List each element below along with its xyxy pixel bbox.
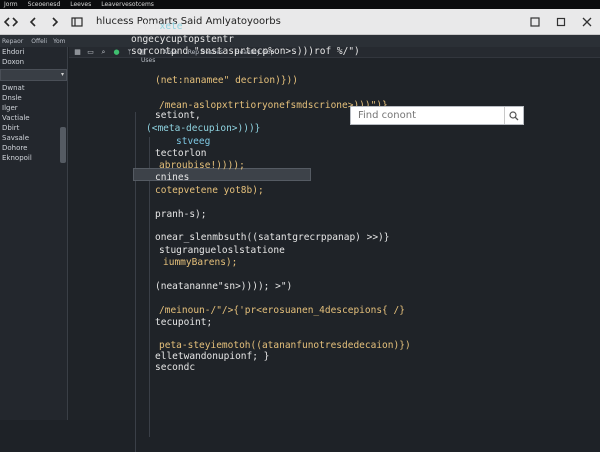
code-line: onear_slenmbsuth((satantgrecrppanap) >>)… [155, 232, 390, 243]
code-line: pranh-s); [155, 209, 207, 220]
menu-item[interactable]: Leeves [70, 1, 91, 8]
code-line: iummyBarens); [163, 257, 238, 268]
search-button[interactable] [504, 107, 523, 124]
code-line: abroubise!)))); [159, 160, 245, 171]
code-line: setiont, [155, 110, 201, 121]
sidebar-item[interactable]: Dnsle [0, 93, 67, 103]
code-line: stugrangueloslstatione [159, 245, 285, 256]
menu-item[interactable]: Leavervesotcems [101, 1, 154, 8]
code-editor[interactable]: ▦ ▭ ⌕ ● ᛘ ▤ Anso Rep Deshes Heaetey Gop … [69, 21, 600, 452]
sidebar-scrollbar[interactable] [60, 127, 66, 163]
code-line: cotepvetene yot8b); [155, 185, 264, 196]
code-line: peta-steyiemotoh((atananfunotresdedecaio… [159, 340, 411, 351]
code-line: secondc [155, 362, 196, 373]
code-line: tectorlon [155, 148, 207, 159]
window-titlebar: hlucess Pomarts Said Amlyatoyoorbs [0, 9, 600, 35]
folder-icon[interactable]: ▭ [86, 48, 95, 56]
close-button[interactable] [574, 11, 600, 33]
sidebar-item[interactable]: Dohore [0, 143, 67, 153]
sidebar-item[interactable]: Doxon [0, 57, 67, 67]
window-title: hlucess Pomarts Said Amlyatoyoorbs [96, 16, 281, 27]
code-line: /meinoun-/"/>{'pr<erosuanen_4descepions{… [159, 305, 405, 316]
code-line: :d{lpxete [131, 21, 183, 32]
code-line: elletwandonupionf; } [155, 351, 270, 362]
sidebar-item[interactable]: Dwnat [0, 83, 67, 93]
code-icon[interactable] [0, 11, 22, 33]
code-line: (<meta-decupion>)))} [146, 123, 261, 134]
sidebar-item[interactable]: Dbirt [0, 123, 67, 133]
code-line: (net:nanamee" decrion)})) [155, 75, 298, 86]
search-icon [509, 110, 519, 120]
code-line: ongecycuptopstentr [131, 34, 234, 45]
sidebar-item[interactable]: Eknopoil [0, 153, 67, 163]
sidebar-item[interactable]: Savsale [0, 133, 67, 143]
code-line: tecupoint; [155, 317, 213, 328]
maximize-button[interactable] [548, 11, 574, 33]
toolbar-item[interactable]: Yom [53, 38, 65, 45]
back-icon[interactable] [22, 11, 44, 33]
search-icon[interactable]: ⌕ [99, 48, 108, 56]
run-icon[interactable]: ● [112, 48, 121, 56]
code-line: cnines [155, 172, 190, 183]
code-line: (neatananne"sn>)))); >") [155, 281, 293, 292]
sidebar-item[interactable]: Ehdori [0, 47, 67, 57]
toolbar-item[interactable]: Repaor [2, 38, 23, 45]
restore-button[interactable] [522, 11, 548, 33]
layout-icon[interactable] [66, 11, 88, 33]
chevron-down-icon: ▾ [60, 71, 64, 78]
sidebar-item[interactable]: Vactiale [0, 113, 67, 123]
sidebar-dropdown[interactable]: ▾ [0, 69, 67, 81]
menu-item[interactable]: Sceoenesd [28, 1, 61, 8]
top-menubar: Jorm Sceoenesd Leeves Leavervesotcems [0, 0, 600, 9]
forward-icon[interactable] [44, 11, 66, 33]
grid-icon[interactable]: ▦ [73, 48, 82, 56]
code-line: sorcontpnd "snstasprtecp%on>s)))rof %/") [131, 46, 360, 57]
sidebar: Ehdori Doxon ▾ Dwnat Dnsle Ilger Vactial… [0, 47, 68, 420]
sidebar-item[interactable]: Ilger [0, 103, 67, 113]
toolbar-item[interactable]: Offeli [31, 38, 47, 45]
find-widget [350, 106, 524, 125]
code-line: stveeg [176, 136, 211, 147]
menu-item[interactable]: Jorm [4, 1, 18, 8]
find-input[interactable] [351, 106, 504, 125]
